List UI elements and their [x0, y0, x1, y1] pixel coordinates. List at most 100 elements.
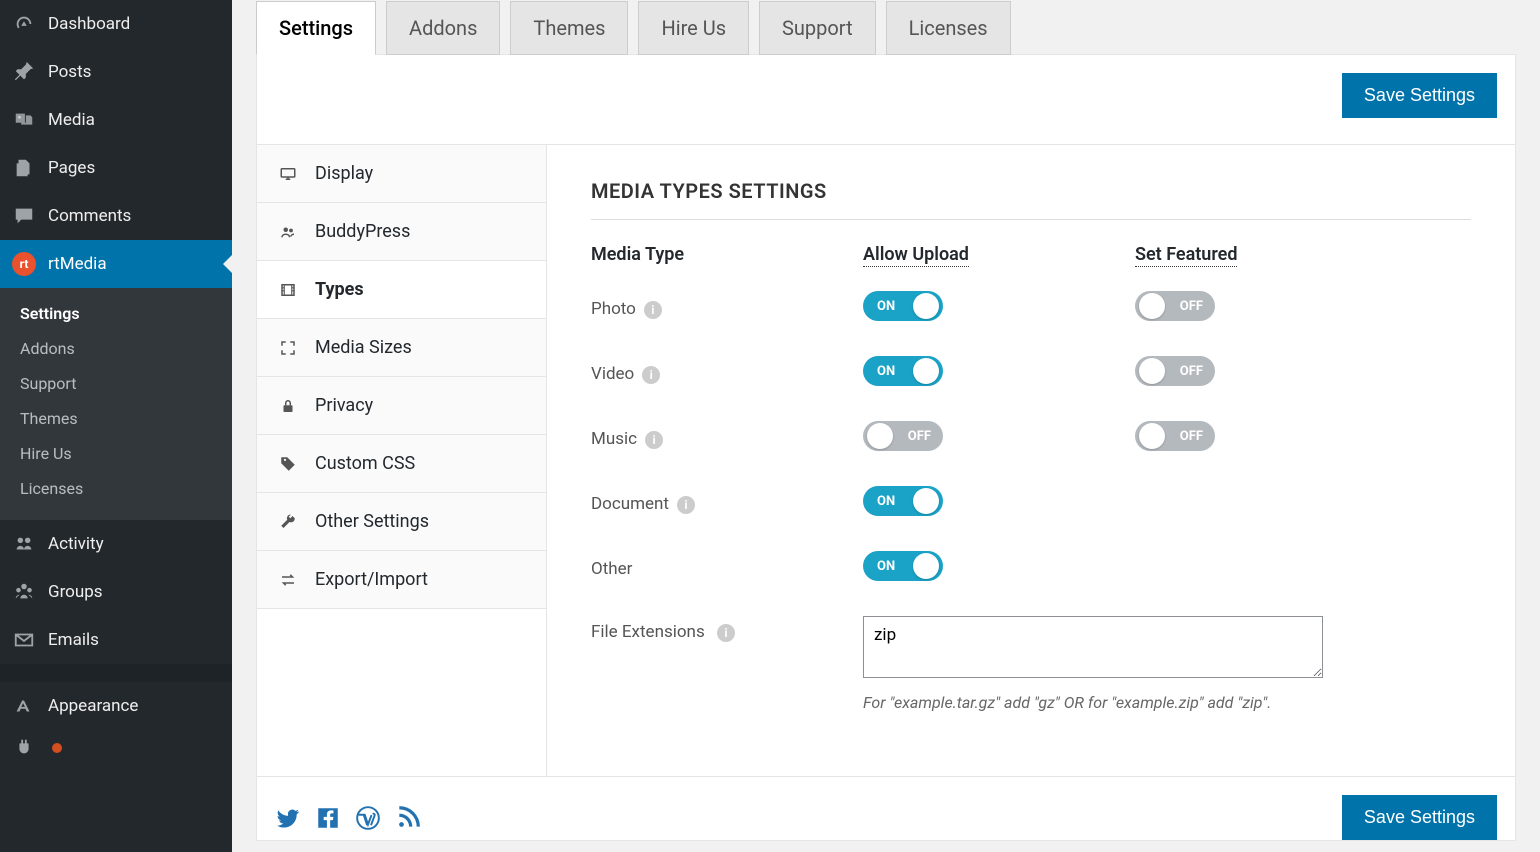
media-type-label: Other [591, 559, 632, 579]
tab-support[interactable]: Support [759, 1, 876, 55]
toggle-label: OFF [908, 429, 931, 444]
media-type-label: Document [591, 494, 669, 514]
settings-nav-customcss[interactable]: Custom CSS [257, 435, 546, 493]
settings-nav-other[interactable]: Other Settings [257, 493, 546, 551]
allow-upload-toggle[interactable]: ON [863, 551, 943, 581]
tag-icon [277, 455, 299, 473]
settings-nav-label: Other Settings [315, 511, 429, 532]
pin-icon [12, 60, 36, 84]
settings-nav-label: Media Sizes [315, 337, 412, 358]
sidebar-item-pages[interactable]: Pages [0, 144, 232, 192]
display-icon [277, 165, 299, 183]
submenu-item-settings[interactable]: Settings [0, 296, 232, 331]
gauge-icon [12, 12, 36, 36]
sidebar-item-activity[interactable]: Activity [0, 520, 232, 568]
allow-upload-toggle[interactable]: ON [863, 356, 943, 386]
toggle-knob [913, 293, 939, 319]
file-extensions-input[interactable] [863, 616, 1323, 678]
tab-licenses[interactable]: Licenses [886, 1, 1011, 55]
media-type-row: Photoi ON OFF [591, 291, 1471, 326]
submenu-item-licenses[interactable]: Licenses [0, 471, 232, 506]
set-featured-toggle[interactable]: OFF [1135, 421, 1215, 451]
settings-nav: Display BuddyPress Types Media Sizes [257, 145, 547, 776]
file-extensions-hint: For "example.tar.gz" add "gz" OR for "ex… [863, 693, 1323, 712]
allow-upload-toggle[interactable]: ON [863, 291, 943, 321]
media-type-row: Other ON [591, 551, 1471, 586]
submenu-item-addons[interactable]: Addons [0, 331, 232, 366]
twitter-icon[interactable] [275, 805, 301, 831]
email-icon [12, 628, 36, 652]
toggle-knob [1139, 423, 1165, 449]
save-settings-button[interactable]: Save Settings [1342, 73, 1497, 118]
sidebar-item-dashboard[interactable]: Dashboard [0, 0, 232, 48]
settings-nav-display[interactable]: Display [257, 145, 546, 203]
tab-themes[interactable]: Themes [510, 1, 628, 55]
sidebar-item-rtmedia[interactable]: rt rtMedia [0, 240, 232, 288]
group-icon [277, 223, 299, 241]
toggle-label: OFF [1180, 429, 1203, 444]
settings-content: MEDIA TYPES SETTINGS Media Type Allow Up… [547, 145, 1515, 776]
media-type-row: MusiciOFFOFF [591, 421, 1471, 456]
save-settings-button-bottom[interactable]: Save Settings [1342, 795, 1497, 840]
media-type-label: Photo [591, 299, 636, 319]
tab-addons[interactable]: Addons [386, 1, 500, 55]
sidebar-item-appearance[interactable]: Appearance [0, 682, 232, 730]
help-icon[interactable]: i [644, 301, 662, 319]
appearance-icon [12, 694, 36, 718]
submenu-item-themes[interactable]: Themes [0, 401, 232, 436]
settings-nav-exportimport[interactable]: Export/Import [257, 551, 546, 609]
media-icon [12, 108, 36, 132]
settings-nav-label: Types [315, 279, 364, 300]
help-icon[interactable]: i [645, 431, 663, 449]
sidebar-separator [0, 664, 232, 682]
submenu-item-hireus[interactable]: Hire Us [0, 436, 232, 471]
toggle-label: ON [877, 299, 895, 314]
film-icon [277, 281, 299, 299]
top-tabs: Settings Addons Themes Hire Us Support L… [256, 0, 1516, 54]
sidebar-item-emails[interactable]: Emails [0, 616, 232, 664]
facebook-icon[interactable] [315, 805, 341, 831]
settings-nav-label: Privacy [315, 395, 373, 416]
help-icon[interactable]: i [642, 366, 660, 384]
allow-upload-toggle[interactable]: OFF [863, 421, 943, 451]
rss-icon[interactable] [395, 805, 421, 831]
tab-hireus[interactable]: Hire Us [638, 1, 749, 55]
sidebar-item-plugins[interactable] [0, 730, 232, 760]
sidebar-item-comments[interactable]: Comments [0, 192, 232, 240]
wordpress-icon[interactable] [355, 805, 381, 831]
help-icon[interactable]: i [717, 624, 735, 642]
sidebar-label: Emails [48, 630, 99, 650]
settings-nav-types[interactable]: Types [257, 261, 546, 319]
comment-icon [12, 204, 36, 228]
sidebar-item-media[interactable]: Media [0, 96, 232, 144]
settings-nav-label: Export/Import [315, 569, 428, 590]
toggle-label: OFF [1180, 364, 1203, 379]
lock-icon [277, 397, 299, 415]
rtmedia-icon: rt [12, 252, 36, 276]
set-featured-toggle[interactable]: OFF [1135, 291, 1215, 321]
tab-settings[interactable]: Settings [256, 1, 376, 55]
toggle-knob [913, 358, 939, 384]
sidebar-item-groups[interactable]: Groups [0, 568, 232, 616]
main-content: Settings Addons Themes Hire Us Support L… [232, 0, 1540, 852]
sidebar-label: Dashboard [48, 14, 130, 34]
settings-nav-buddypress[interactable]: BuddyPress [257, 203, 546, 261]
toggle-knob [913, 488, 939, 514]
page-title: MEDIA TYPES SETTINGS [591, 179, 1471, 220]
media-type-row: Document i ON [591, 486, 1471, 521]
expand-icon [277, 339, 299, 357]
allow-upload-toggle[interactable]: ON [863, 486, 943, 516]
help-icon[interactable]: i [677, 496, 695, 514]
sidebar-item-posts[interactable]: Posts [0, 48, 232, 96]
toggle-label: OFF [1180, 299, 1203, 314]
sidebar-label: Media [48, 110, 95, 130]
header-allowupload: Allow Upload [863, 244, 969, 267]
toggle-knob [867, 423, 893, 449]
set-featured-toggle[interactable]: OFF [1135, 356, 1215, 386]
settings-nav-mediasizes[interactable]: Media Sizes [257, 319, 546, 377]
settings-nav-privacy[interactable]: Privacy [257, 377, 546, 435]
submenu-item-support[interactable]: Support [0, 366, 232, 401]
toggle-knob [913, 553, 939, 579]
sidebar-label: Appearance [48, 696, 138, 716]
activity-icon [12, 532, 36, 556]
